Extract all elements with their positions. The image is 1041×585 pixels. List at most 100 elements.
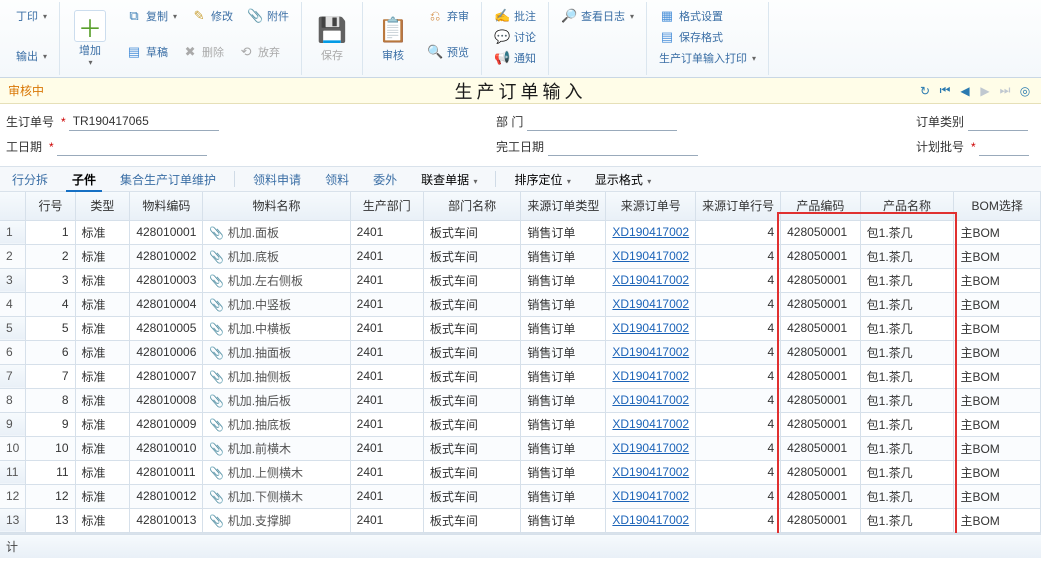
tab-row-split[interactable]: 行分拆	[6, 167, 54, 192]
cell-matname[interactable]: 📎 机加.左右侧板	[203, 268, 350, 292]
cell-srcno[interactable]: XD190417002	[606, 484, 696, 508]
table-row[interactable]: 77标准428010007📎 机加.抽侧板2401板式车间销售订单XD19041…	[0, 364, 1041, 388]
cell-matcode[interactable]: 428010005	[130, 316, 203, 340]
cell-srctype[interactable]: 销售订单	[521, 292, 606, 316]
abandon-audit-button[interactable]: ⎌弃审	[421, 6, 475, 26]
table-row[interactable]: 33标准428010003📎 机加.左右侧板2401板式车间销售订单XD1904…	[0, 268, 1041, 292]
cell-bom[interactable]: 主BOM	[954, 268, 1041, 292]
cell-type[interactable]: 标准	[75, 244, 130, 268]
cell-matcode[interactable]: 428010004	[130, 292, 203, 316]
cell-deptname[interactable]: 板式车间	[423, 244, 521, 268]
cell-prodcode[interactable]: 428050001	[781, 220, 861, 244]
tab-child[interactable]: 子件	[66, 167, 102, 192]
table-row[interactable]: 1212标准428010012📎 机加.下侧横木2401板式车间销售订单XD19…	[0, 484, 1041, 508]
cell-prodcode[interactable]: 428050001	[781, 460, 861, 484]
col-matname[interactable]: 物料名称	[203, 192, 350, 220]
cell-srcno[interactable]: XD190417002	[606, 364, 696, 388]
table-row[interactable]: 99标准428010009📎 机加.抽底板2401板式车间销售订单XD19041…	[0, 412, 1041, 436]
cell-srcno[interactable]: XD190417002	[606, 508, 696, 532]
table-row[interactable]: 11标准428010001📎 机加.面板2401板式车间销售订单XD190417…	[0, 220, 1041, 244]
cell-proddept[interactable]: 2401	[350, 316, 423, 340]
cell-matcode[interactable]: 428010007	[130, 364, 203, 388]
copy-button[interactable]: ⧉复制▾	[120, 6, 183, 26]
cell-matcode[interactable]: 428010013	[130, 508, 203, 532]
cell-prodcode[interactable]: 428050001	[781, 244, 861, 268]
locate-button[interactable]: ◎	[1017, 83, 1033, 99]
action-outsource[interactable]: 委外	[367, 167, 403, 192]
cell-srcno[interactable]: XD190417002	[606, 460, 696, 484]
col-deptname[interactable]: 部门名称	[423, 192, 521, 220]
cell-type[interactable]: 标准	[75, 268, 130, 292]
viewlog-button[interactable]: 🔎查看日志▾	[555, 6, 640, 26]
cell-bom[interactable]: 主BOM	[954, 460, 1041, 484]
cell-srcrow[interactable]: 4	[696, 364, 781, 388]
cell-prodname[interactable]: 包1.茶几	[860, 268, 954, 292]
cell-rowno[interactable]: 1	[26, 220, 75, 244]
cell-proddept[interactable]: 2401	[350, 220, 423, 244]
cell-prodcode[interactable]: 428050001	[781, 484, 861, 508]
action-pick-material[interactable]: 领料	[319, 167, 355, 192]
cell-matcode[interactable]: 428010009	[130, 412, 203, 436]
cell-prodname[interactable]: 包1.茶几	[860, 508, 954, 532]
cell-prodcode[interactable]: 428050001	[781, 508, 861, 532]
cell-srctype[interactable]: 销售订单	[521, 508, 606, 532]
cell-srctype[interactable]: 销售订单	[521, 244, 606, 268]
cell-matname[interactable]: 📎 机加.下侧横木	[203, 484, 350, 508]
table-row[interactable]: 44标准428010004📎 机加.中竖板2401板式车间销售订单XD19041…	[0, 292, 1041, 316]
cell-srcrow[interactable]: 4	[696, 220, 781, 244]
cell-rowno[interactable]: 13	[26, 508, 75, 532]
cell-deptname[interactable]: 板式车间	[423, 388, 521, 412]
table-row[interactable]: 1010标准428010010📎 机加.前横木2401板式车间销售订单XD190…	[0, 436, 1041, 460]
cell-prodname[interactable]: 包1.茶几	[860, 460, 954, 484]
cell-matcode[interactable]: 428010006	[130, 340, 203, 364]
cell-srcrow[interactable]: 4	[696, 316, 781, 340]
cell-srcrow[interactable]: 4	[696, 388, 781, 412]
cell-prodcode[interactable]: 428050001	[781, 268, 861, 292]
work-date-input[interactable]	[57, 137, 207, 156]
table-row[interactable]: 22标准428010002📎 机加.底板2401板式车间销售订单XD190417…	[0, 244, 1041, 268]
cell-srcrow[interactable]: 4	[696, 508, 781, 532]
export-button[interactable]: 输出▾	[10, 46, 53, 66]
add-button[interactable]: ＋ 增加▾	[66, 6, 114, 71]
cell-srctype[interactable]: 销售订单	[521, 436, 606, 460]
cell-deptname[interactable]: 板式车间	[423, 364, 521, 388]
cell-prodcode[interactable]: 428050001	[781, 436, 861, 460]
cell-matcode[interactable]: 428010002	[130, 244, 203, 268]
cell-srcrow[interactable]: 4	[696, 460, 781, 484]
refresh-button[interactable]: ↻	[917, 83, 933, 99]
cell-rowno[interactable]: 12	[26, 484, 75, 508]
cell-matname[interactable]: 📎 机加.面板	[203, 220, 350, 244]
cell-type[interactable]: 标准	[75, 292, 130, 316]
cell-srcrow[interactable]: 4	[696, 292, 781, 316]
cell-proddept[interactable]: 2401	[350, 340, 423, 364]
cell-matcode[interactable]: 428010011	[130, 460, 203, 484]
cell-proddept[interactable]: 2401	[350, 484, 423, 508]
cell-prodcode[interactable]: 428050001	[781, 364, 861, 388]
cell-type[interactable]: 标准	[75, 508, 130, 532]
cell-rowno[interactable]: 9	[26, 412, 75, 436]
cell-matname[interactable]: 📎 机加.前横木	[203, 436, 350, 460]
cell-deptname[interactable]: 板式车间	[423, 484, 521, 508]
cell-deptname[interactable]: 板式车间	[423, 292, 521, 316]
cell-deptname[interactable]: 板式车间	[423, 460, 521, 484]
cell-bom[interactable]: 主BOM	[954, 364, 1041, 388]
action-apply-material[interactable]: 领料申请	[247, 167, 307, 192]
cell-srcno[interactable]: XD190417002	[606, 436, 696, 460]
cell-bom[interactable]: 主BOM	[954, 484, 1041, 508]
audit-button[interactable]: 📋审核	[369, 6, 417, 71]
dept-input[interactable]	[527, 112, 677, 131]
first-button[interactable]: ⏮	[937, 83, 953, 99]
printorder-button[interactable]: 生产订单输入打印▾	[653, 48, 762, 68]
discard-button[interactable]: ⟲放弃	[232, 42, 286, 62]
cell-type[interactable]: 标准	[75, 340, 130, 364]
cell-deptname[interactable]: 板式车间	[423, 316, 521, 340]
cell-prodname[interactable]: 包1.茶几	[860, 436, 954, 460]
cell-prodname[interactable]: 包1.茶几	[860, 244, 954, 268]
cell-prodname[interactable]: 包1.茶几	[860, 220, 954, 244]
action-link-query[interactable]: 联查单据 ▾	[415, 167, 483, 192]
cell-proddept[interactable]: 2401	[350, 292, 423, 316]
cell-srcno[interactable]: XD190417002	[606, 268, 696, 292]
cell-rowno[interactable]: 7	[26, 364, 75, 388]
cell-prodname[interactable]: 包1.茶几	[860, 292, 954, 316]
cell-prodcode[interactable]: 428050001	[781, 340, 861, 364]
